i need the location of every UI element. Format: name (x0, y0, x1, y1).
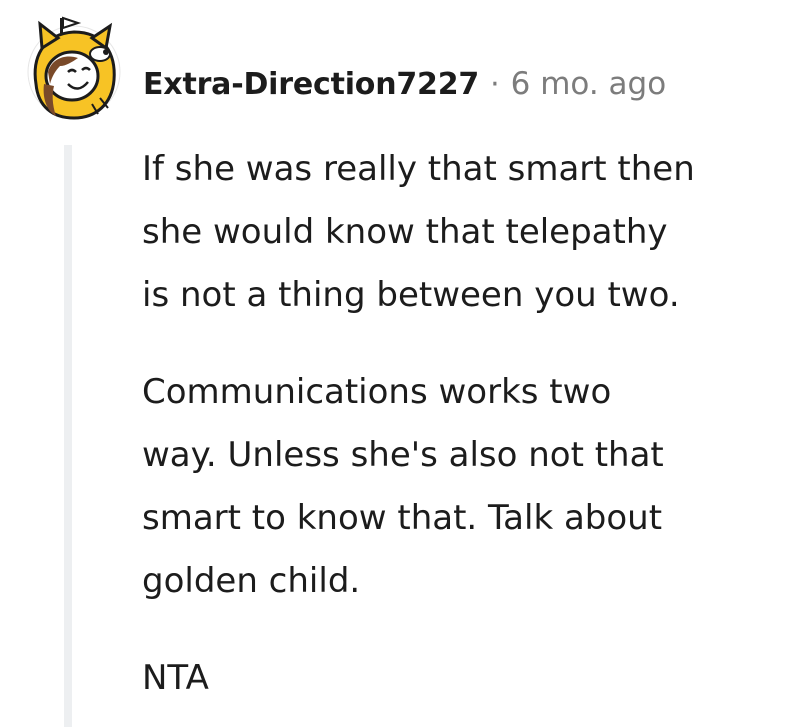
shiba-dog-costume-avatar-icon (27, 16, 121, 120)
thread-collapse-line[interactable] (64, 145, 72, 727)
meta-separator: · (490, 66, 500, 102)
timestamp-link[interactable]: 6 mo. ago (511, 66, 667, 102)
comment: Extra-Direction7227 · 6 mo. ago If she w… (0, 0, 811, 727)
comment-body: If she was really that smart then she wo… (142, 138, 802, 710)
user-avatar[interactable] (22, 14, 126, 124)
comment-paragraph: Communications works two way. Unless she… (142, 372, 664, 601)
username-link[interactable]: Extra-Direction7227 (143, 67, 479, 102)
comment-paragraph: If she was really that smart then she wo… (142, 149, 695, 315)
comment-meta: Extra-Direction7227 · 6 mo. ago (143, 62, 666, 106)
comment-paragraph: NTA (142, 658, 209, 698)
